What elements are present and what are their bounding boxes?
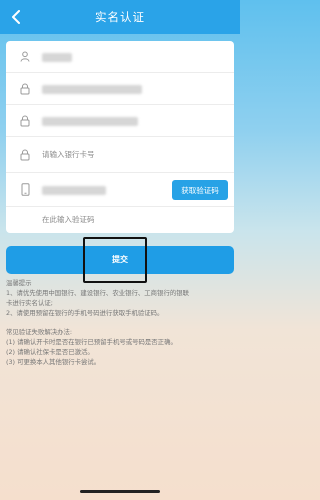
nav-bar: 实名认证 — [0, 0, 240, 34]
page-title: 实名认证 — [95, 10, 145, 24]
submit-label: 提交 — [112, 255, 128, 264]
bank-card-input[interactable]: 请输入银行卡号 — [42, 149, 95, 160]
home-indicator — [80, 490, 160, 493]
user-icon — [19, 50, 31, 64]
phone-icon — [19, 183, 31, 197]
code-field[interactable]: 在此输入验证码 — [6, 207, 234, 233]
name-field[interactable] — [6, 41, 234, 73]
lock-icon — [19, 82, 31, 96]
masked-name-value — [42, 53, 72, 62]
failure-line: (3) 可更换本人其他银行卡尝试。 — [6, 358, 101, 366]
phone-field[interactable]: 获取验证码 — [6, 173, 234, 207]
social-card-field[interactable] — [6, 105, 234, 137]
lock-icon — [19, 148, 31, 162]
failure-line: (1) 请确认开卡时是否在银行已预留手机号或号码是否正确。 — [6, 338, 177, 346]
tips-title: 温馨提示 — [6, 279, 32, 287]
tip-line: 2、请使用预留在银行的手机号码进行获取手机验证码。 — [6, 309, 164, 317]
lock-icon — [19, 114, 31, 128]
masked-id-value — [42, 85, 142, 94]
masked-phone-value — [42, 186, 106, 195]
bank-card-field[interactable]: 请输入银行卡号 — [6, 137, 234, 173]
masked-card-value — [42, 117, 138, 126]
get-code-button[interactable]: 获取验证码 — [172, 180, 228, 200]
tips-section: 温馨提示 1、请优先使用中国银行、建设银行、农业银行、工商银行的银联 卡进行实名… — [6, 278, 236, 367]
submit-button[interactable]: 提交 — [6, 246, 234, 274]
tip-line: 卡进行实名认证; — [6, 299, 53, 307]
failure-line: (2) 请确认社保卡是否已激活。 — [6, 348, 94, 356]
failure-title: 常见验证失败解决办法: — [6, 328, 73, 336]
verification-form: 请输入银行卡号 获取验证码 在此输入验证码 — [6, 41, 234, 233]
tip-line: 1、请优先使用中国银行、建设银行、农业银行、工商银行的银联 — [6, 289, 190, 297]
code-input[interactable]: 在此输入验证码 — [42, 214, 95, 225]
id-number-field[interactable] — [6, 73, 234, 105]
